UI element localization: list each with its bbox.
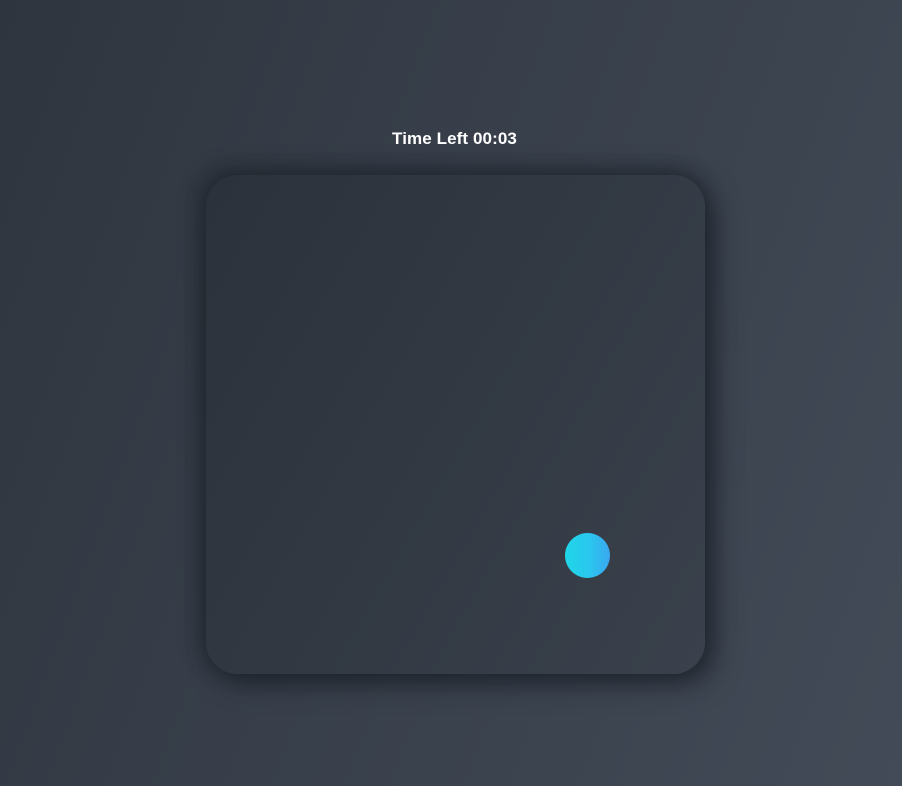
time-left-display: Time Left 00:03 xyxy=(392,129,517,148)
target-circle[interactable] xyxy=(565,533,610,578)
game-board xyxy=(206,175,705,674)
